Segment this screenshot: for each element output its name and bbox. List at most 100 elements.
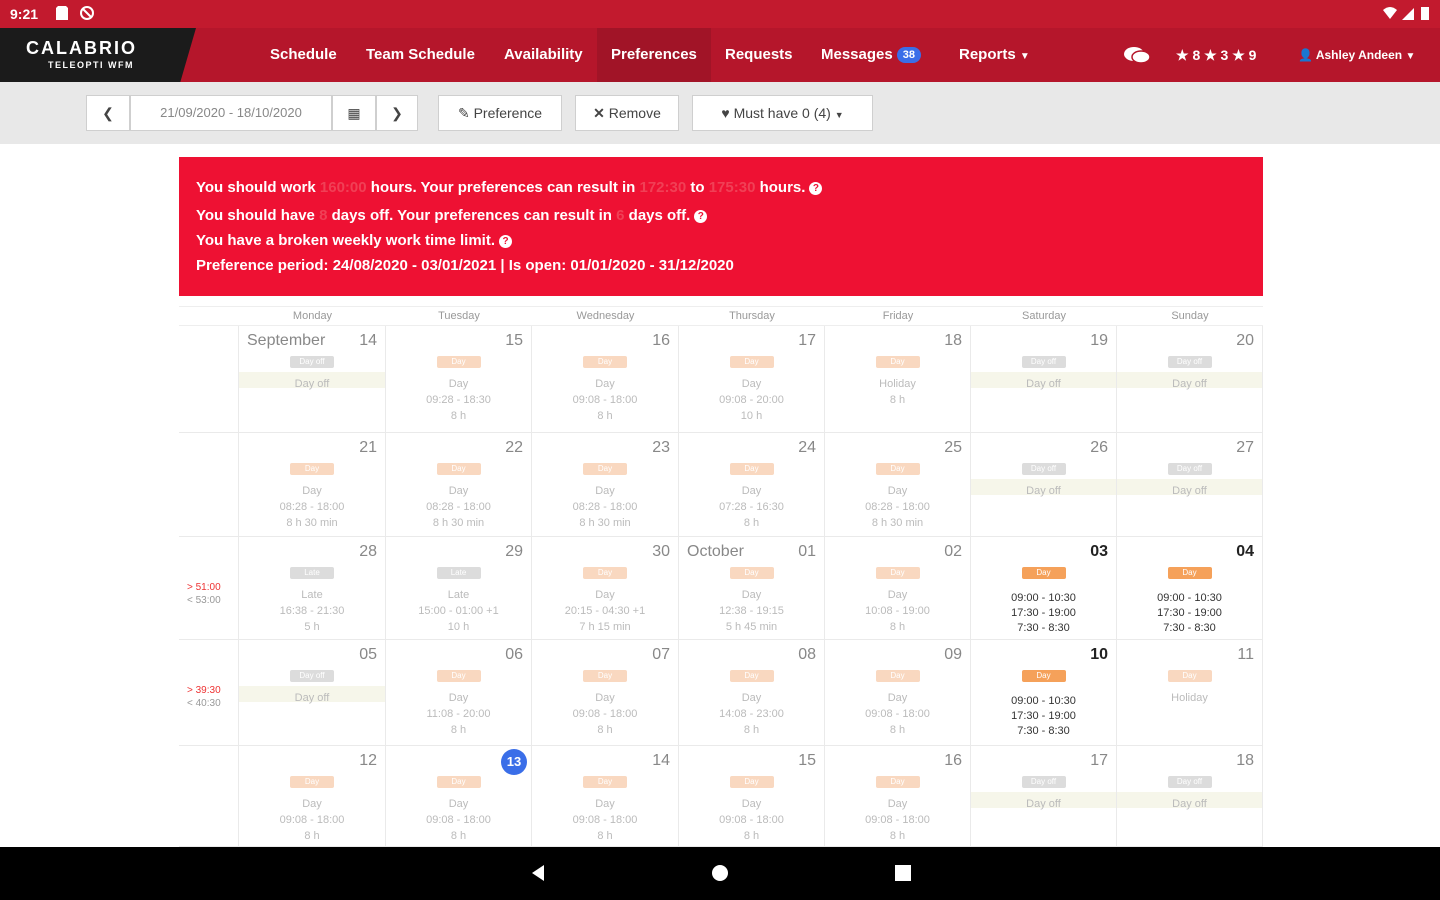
user-name: Ashley Andeen xyxy=(1315,48,1403,62)
preference-detail: 8 h xyxy=(597,724,613,736)
info-icon[interactable]: ? xyxy=(499,234,512,248)
calendar-day-cell[interactable]: 14 Day Day 09:08 - 18:00 8 h xyxy=(532,746,679,847)
calendar-button[interactable]: ▦ xyxy=(332,95,376,131)
calendar-day-cell[interactable]: 02 Day Day 10:08 - 19:00 8 h xyxy=(825,537,971,640)
calendar-day-cell[interactable]: 12 Day Day 09:08 - 18:00 8 h xyxy=(239,746,386,847)
stars-summary[interactable]: ★ 8 ★ 3 ★ 9 xyxy=(1176,28,1256,82)
nav-preferences[interactable]: Preferences xyxy=(597,28,711,82)
preference-detail: 09:08 - 18:00 xyxy=(279,814,345,826)
info-icon[interactable]: ? xyxy=(809,181,823,195)
day-number: 27 xyxy=(1236,439,1254,456)
calendar-day-cell[interactable]: 17 Day off Day off xyxy=(971,746,1117,847)
brand-logo[interactable]: CALABRIO TELEOPTI WFM xyxy=(0,28,196,82)
calendar-day-cell[interactable]: 20 Day off Day off xyxy=(1117,326,1263,433)
calendar-day-cell[interactable]: 19 Day off Day off xyxy=(971,326,1117,433)
calendar-day-cell[interactable]: 15 Day Day 09:08 - 18:00 8 h xyxy=(679,746,825,847)
back-icon[interactable] xyxy=(528,863,548,883)
calendar-day-cell[interactable]: 03 Day 09:00 - 10:30 17:30 - 19:00 7:30 - 8:… xyxy=(971,537,1117,640)
day-number: 17 xyxy=(798,332,816,349)
calendar-day-cell[interactable]: 30 Day Day 20:15 - 04:30 +1 7 h 15 min xyxy=(532,537,679,640)
preference-detail: Day xyxy=(595,485,615,497)
calendar-day-cell[interactable]: 18 Day off Day off xyxy=(1117,746,1263,847)
calendar-day-cell[interactable]: 21 Day Day 08:28 - 18:00 8 h 30 min xyxy=(239,433,386,537)
preference-detail: 8 h xyxy=(743,830,760,842)
day-number: 30 xyxy=(652,543,670,560)
alert-text: You should work xyxy=(196,179,320,196)
preference-button-label: Preference xyxy=(473,105,543,121)
calendar-day-cell[interactable]: 05 Day off Day off xyxy=(239,640,386,746)
edit-icon: ✎ xyxy=(457,105,470,121)
preference-detail: 8 h xyxy=(743,517,760,529)
calendar-day-cell[interactable]: 29 Late Late 15:00 - 01:00 +1 10 h xyxy=(386,537,532,640)
preference-detail: 10 h xyxy=(447,621,470,633)
preference-tag: Day off xyxy=(1021,356,1066,368)
preference-tag: Day xyxy=(875,776,920,788)
preference-detail: 09:28 - 18:30 xyxy=(426,394,491,406)
calendar-day-cell[interactable]: 08 Day Day 14:08 - 23:00 8 h xyxy=(679,640,825,746)
prev-period-button[interactable]: ❮ xyxy=(86,95,130,131)
calendar-day-cell[interactable]: 27 Day off Day off xyxy=(1117,433,1263,537)
chat-icon[interactable] xyxy=(1122,28,1152,82)
chevron-left-icon: ❮ xyxy=(102,105,114,121)
preference-detail: Day xyxy=(595,378,615,390)
calendar-day-cell[interactable]: 26 Day off Day off xyxy=(971,433,1117,537)
next-period-button[interactable]: ❯ xyxy=(376,95,418,131)
scheduled-shift: 17:30 - 19:00 xyxy=(1157,607,1222,619)
calendar-day-cell[interactable]: 18 Day Holiday 8 h xyxy=(825,326,971,433)
calendar-day-cell[interactable]: 16 Day Day 09:08 - 18:00 8 h xyxy=(825,746,971,847)
preference-detail: 08:28 - 18:00 xyxy=(426,501,491,513)
calendar-day-cell[interactable]: 23 Day Day 08:28 - 18:00 8 h 30 min xyxy=(532,433,679,537)
calendar-day-cell[interactable]: 10 Day 09:00 - 10:30 17:30 - 19:00 7:30 - 8:… xyxy=(971,640,1117,746)
nav-reports[interactable]: Reports ▼ xyxy=(959,28,1030,82)
calendar-day-cell[interactable]: 13 Day Day 09:08 - 18:00 8 h xyxy=(386,746,532,847)
calendar-day-cell[interactable]: September 14 Day off Day off xyxy=(239,326,386,433)
nav-requests[interactable]: Requests xyxy=(725,28,793,82)
calendar-day-cell[interactable]: 07 Day Day 09:08 - 18:00 8 h xyxy=(532,640,679,746)
calendar-day-cell[interactable]: 17 Day Day 09:08 - 20:00 10 h xyxy=(679,326,825,433)
home-icon[interactable] xyxy=(710,863,730,883)
preference-tag: Day xyxy=(875,670,920,682)
day-number: 22 xyxy=(505,439,523,456)
preference-tag: Day off xyxy=(1167,356,1212,368)
preference-tag: Day xyxy=(583,356,627,368)
info-icon[interactable]: ? xyxy=(694,209,708,223)
wifi-icon xyxy=(1383,6,1397,20)
day-number: 18 xyxy=(1236,752,1254,769)
preference-detail: 08:28 - 18:00 xyxy=(572,501,638,513)
preference-detail: Day xyxy=(741,798,762,810)
day-number: 14 xyxy=(359,332,377,349)
preference-detail: 8 h xyxy=(889,830,906,842)
calendar-day-cell[interactable]: 09 Day Day 09:08 - 18:00 8 h xyxy=(825,640,971,746)
date-range-field[interactable]: 21/09/2020 - 18/10/2020 xyxy=(130,95,332,131)
preference-button[interactable]: ✎ Preference xyxy=(438,95,562,131)
week-summary: > 39:30 < 40:30 xyxy=(179,640,239,746)
preference-detail: 8 h xyxy=(450,410,467,422)
preference-tag: Day xyxy=(583,670,627,682)
calendar-day-cell[interactable]: 11 Day Holiday xyxy=(1117,640,1263,746)
preference-detail: 09:08 - 18:00 xyxy=(719,814,784,826)
nav-availability[interactable]: Availability xyxy=(504,28,583,82)
calendar-day-cell[interactable]: 04 Day 09:00 - 10:30 17:30 - 19:00 7:30 - 8:… xyxy=(1117,537,1263,640)
day-number: 04 xyxy=(1236,543,1254,560)
calendar-day-cell[interactable]: 22 Day Day 08:28 - 18:00 8 h 30 min xyxy=(386,433,532,537)
calendar-day-cell[interactable]: 06 Day Day 11:08 - 20:00 8 h xyxy=(386,640,532,746)
user-menu[interactable]: 👤 Ashley Andeen ▼ xyxy=(1298,28,1415,82)
calendar-day-cell[interactable]: 25 Day Day 08:28 - 18:00 8 h 30 min xyxy=(825,433,971,537)
nav-messages[interactable]: Messages 38 xyxy=(821,28,921,82)
nav-team-schedule[interactable]: Team Schedule xyxy=(366,28,475,82)
calendar-day-cell[interactable]: 16 Day Day 09:08 - 18:00 8 h xyxy=(532,326,679,433)
recents-icon[interactable] xyxy=(893,863,913,883)
calendar-day-cell[interactable]: 28 Late Late 16:38 - 21:30 5 h xyxy=(239,537,386,640)
calendar-day-cell[interactable]: 15 Day Day 09:28 - 18:30 8 h xyxy=(386,326,532,433)
preference-detail: Day off xyxy=(1026,485,1061,497)
week-min-hours: > 39:30 xyxy=(187,685,221,696)
nav-schedule[interactable]: Schedule xyxy=(270,28,337,82)
calendar-day-cell[interactable]: 24 Day Day 07:28 - 16:30 8 h xyxy=(679,433,825,537)
preference-tag: Day xyxy=(875,567,920,579)
must-have-button[interactable]: ♥ Must have 0 (4) ▼ xyxy=(692,95,873,131)
signal-icon xyxy=(1402,6,1416,20)
remove-button[interactable]: ✕ Remove xyxy=(575,95,679,131)
alert-text: to xyxy=(686,179,709,196)
preference-detail: 8 h 30 min xyxy=(286,517,338,529)
calendar-day-cell[interactable]: October 01 Day Day 12:38 - 19:15 5 h 45 min xyxy=(679,537,825,640)
